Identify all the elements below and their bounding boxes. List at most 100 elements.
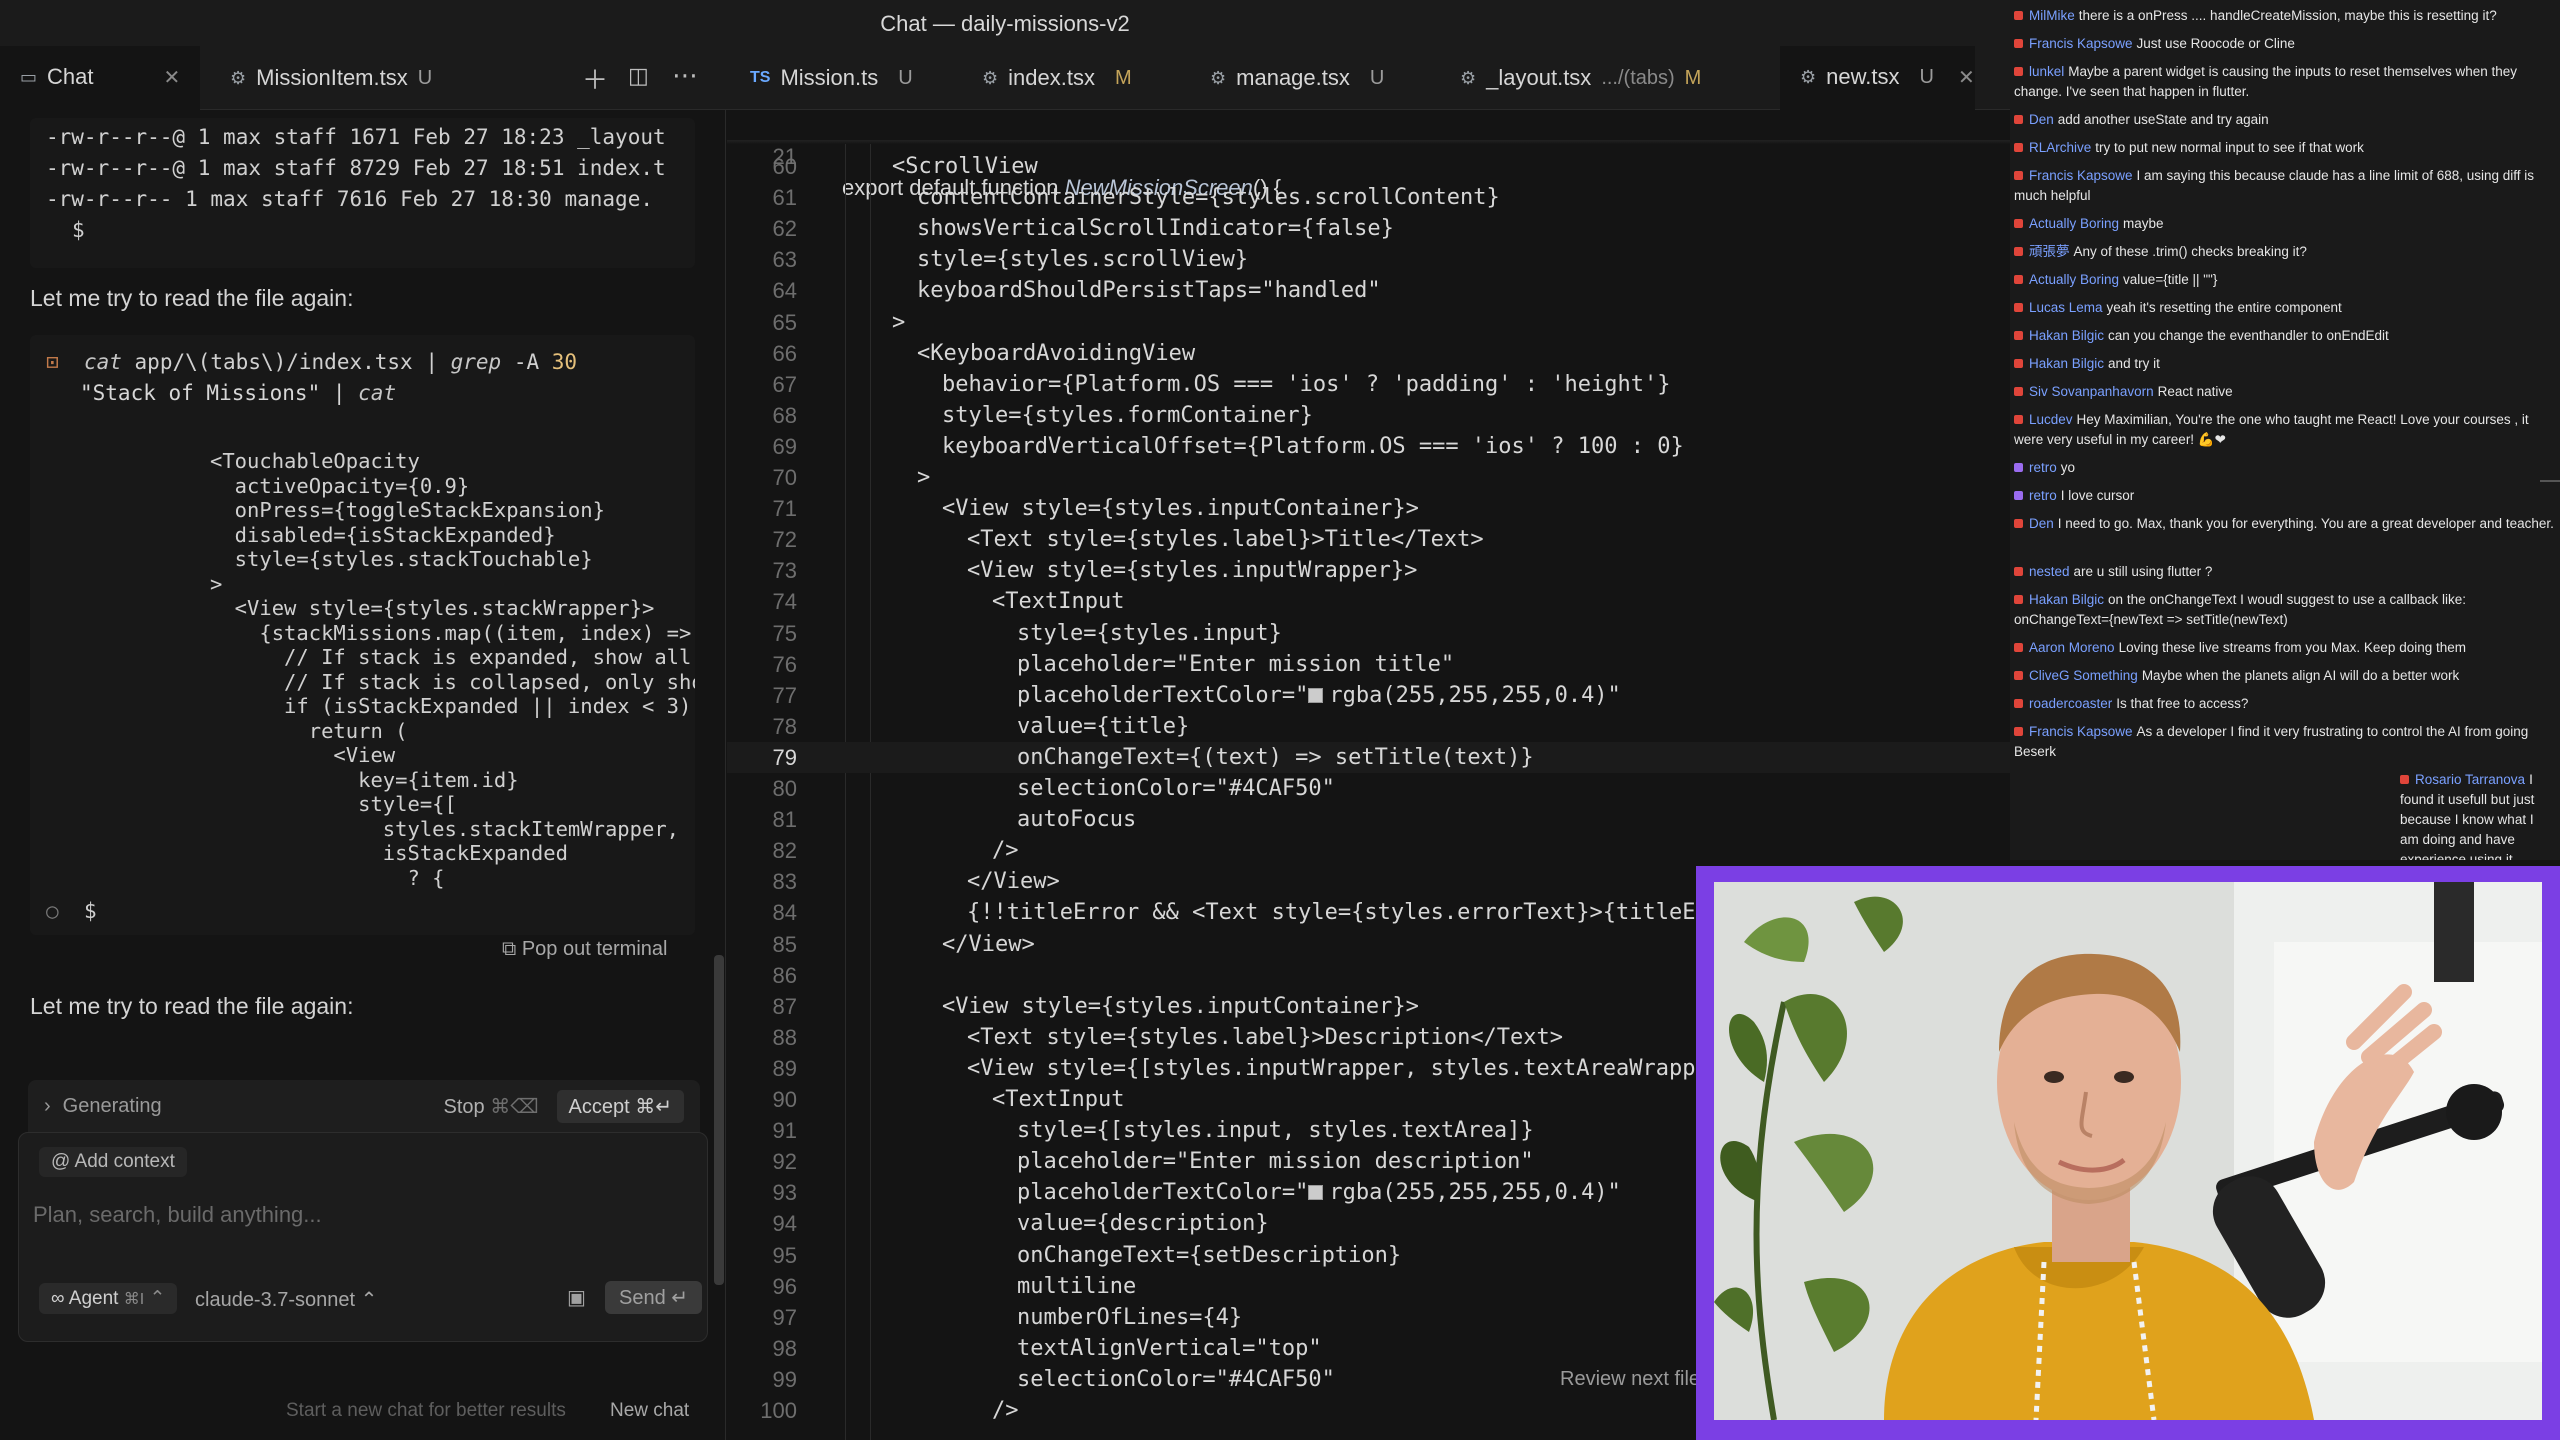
tab-editor-file[interactable]: ⚙ index.tsx M (962, 46, 1132, 110)
code-line[interactable]: 70 > (727, 462, 2010, 493)
tab-editor-file[interactable]: ⚙ new.tsx U ✕ (1780, 46, 1975, 110)
code-line[interactable]: 80 selectionColor="#4CAF50" (727, 773, 2010, 804)
code-line[interactable]: 82 /> (727, 835, 2010, 866)
line-number: 100 (760, 1398, 797, 1423)
shell-prompt: $ (72, 218, 85, 242)
youtube-icon (2014, 67, 2023, 76)
line-number: 99 (772, 1366, 797, 1392)
code-line[interactable]: 77 placeholderTextColor=" rgba(255,255,255… (727, 680, 2010, 711)
code-line[interactable]: 60 <ScrollView (727, 151, 2010, 182)
accept-button[interactable]: Accept ⌘↵ (556, 1089, 684, 1123)
code-text: keyboardVerticalOffset={Platform.OS === … (942, 433, 1684, 459)
code-line[interactable]: 74 <TextInput (727, 586, 2010, 617)
code-line[interactable]: 72 <Text style={styles.label}>Title</Text… (727, 524, 2010, 555)
chevron-right-icon[interactable]: › (44, 1095, 51, 1118)
code-line[interactable]: 81 autoFocus (727, 804, 2010, 835)
code-line[interactable]: 75 style={styles.input} (727, 618, 2010, 649)
code-text: behavior={Platform.OS === 'ios' ? 'paddi… (942, 371, 1671, 397)
youtube-icon (2014, 275, 2023, 284)
line-number: 82 (772, 838, 797, 864)
sticky-scroll-line[interactable]: 21 export default function NewMissionScr… (727, 110, 2010, 200)
git-status: U (1369, 66, 1385, 89)
webcam-video (1714, 882, 2542, 1420)
code-line[interactable]: 69 keyboardVerticalOffset={Platform.OS ==… (727, 431, 2010, 462)
react-file-icon: ⚙ (230, 67, 247, 88)
line-number: 67 (772, 371, 797, 397)
review-next-file-button[interactable]: Review next file (1560, 1368, 1700, 1391)
livestream-message: Den add another useState and try again (2014, 110, 2554, 130)
close-icon[interactable]: ✕ (1958, 65, 1975, 90)
line-number: 97 (772, 1304, 797, 1330)
livestream-message: Hakan Bilgic and try it (2014, 354, 2554, 374)
code-line[interactable]: 79 onChangeText={(text) => setTitle(text)… (727, 741, 2010, 773)
code-line[interactable]: 78 value={title} (727, 711, 2010, 742)
youtube-icon (2014, 643, 2023, 652)
color-swatch[interactable] (1308, 1185, 1324, 1201)
chevron-up-icon: ⌃ (360, 1289, 378, 1311)
livestream-message: nested are u still using flutter ? (2014, 562, 2554, 582)
file-listing-row: -rw-r--r-- 1 max staff 7616 Feb 27 18:30… (46, 187, 653, 211)
line-number: 95 (772, 1242, 797, 1268)
prompt-input[interactable] (33, 1195, 693, 1235)
code-text-prefix: placeholderTextColor=" (1017, 1180, 1309, 1206)
tab-editor-file[interactable]: ⚙ _layout.tsx .../(tabs) M (1440, 46, 1701, 110)
code-line[interactable]: 73 <View style={styles.inputWrapper}> (727, 555, 2010, 586)
code-line[interactable]: 62 showsVerticalScrollIndicator={false} (727, 213, 2010, 244)
code-line[interactable]: 76 placeholder="Enter mission title" (727, 649, 2010, 680)
line-number: 85 (772, 931, 797, 957)
git-status: M (1684, 66, 1702, 89)
line-number: 78 (772, 713, 797, 739)
code-line[interactable]: 61 contentContainerStyle={styles.scrollCo… (727, 182, 2010, 213)
react-file-icon: ⚙ (1460, 67, 1477, 88)
line-number: 96 (772, 1273, 797, 1299)
terminal-output-line: // If stack is expanded, show all m (210, 645, 695, 669)
livestream-chat-overlay: MilMike there is a onPress .... handleCre… (2010, 0, 2560, 860)
code-line[interactable]: 64 keyboardShouldPersistTaps="handled" (727, 275, 2010, 306)
line-number: 74 (772, 589, 797, 615)
line-number: 93 (772, 1180, 797, 1206)
youtube-icon (2014, 115, 2023, 124)
line-number: 60 (772, 154, 797, 179)
livestream-message: Francis Kapsowe I am saying this because … (2014, 168, 2535, 203)
tab-editor-file[interactable]: TS Mission.ts U (730, 46, 913, 110)
add-context-button[interactable]: @ Add context (39, 1147, 187, 1177)
code-text: > (892, 309, 906, 335)
split-layout-icon[interactable]: ◫ (628, 63, 649, 89)
generating-bar: › Generating Stop ⌘⌫ Accept ⌘↵ (28, 1080, 700, 1132)
more-icon[interactable]: ⋯ (672, 60, 698, 91)
tab-editor-file[interactable]: ⚙ manage.tsx U (1190, 46, 1384, 110)
code-line[interactable]: 71 <View style={styles.inputContainer}> (727, 493, 2010, 524)
chat-icon: ▭ (20, 66, 38, 87)
tab-mission-item[interactable]: ⚙ MissionItem.tsx U (210, 46, 432, 110)
send-button[interactable]: Send ↵ (605, 1281, 703, 1314)
new-chat-button[interactable]: New chat (610, 1400, 689, 1422)
image-icon[interactable]: ▣ (567, 1285, 586, 1310)
livestream-message: CliveG Something Maybe when the planets a… (2014, 666, 2554, 686)
react-file-icon: ⚙ (982, 67, 999, 88)
close-icon[interactable]: ✕ (164, 65, 181, 90)
color-swatch[interactable] (1308, 687, 1324, 703)
model-select[interactable]: claude-3.7-sonnet ⌃ (195, 1287, 377, 1312)
new-chat-icon[interactable]: ＋ (582, 60, 608, 97)
terminal-output-line: activeOpacity={0.9} (210, 473, 470, 498)
react-file-icon: ⚙ (1800, 66, 1817, 87)
line-number: 62 (772, 216, 797, 242)
line-number: 68 (772, 402, 797, 428)
code-text: numberOfLines={4} (1017, 1304, 1243, 1330)
agent-mode-select[interactable]: ∞ Agent ⌘I ⌃ (39, 1283, 178, 1314)
youtube-icon (2014, 699, 2023, 708)
chat-scrollbar[interactable] (714, 955, 724, 1285)
livestream-message: Den I need to go. Max, thank you for ever… (2014, 514, 2554, 534)
pop-out-terminal-button[interactable]: ⧉ Pop out terminal (502, 938, 667, 961)
code-line[interactable]: 65 > (727, 307, 2010, 338)
livestream-message: Actually Boring value={title || ""} (2014, 270, 2554, 290)
code-line[interactable]: 63 style={styles.scrollView} (727, 244, 2010, 275)
livestream-scroll-indicator (2540, 480, 2560, 482)
code-line[interactable]: 67 behavior={Platform.OS === 'ios' ? 'pad… (727, 369, 2010, 400)
livestream-message: Lucas Lema yeah it's resetting the entire… (2014, 298, 2554, 318)
code-line[interactable]: 68 style={styles.formContainer} (727, 400, 2010, 431)
command-line: ⊡ cat app/\(tabs\)/index.tsx | grep -A 3… (46, 350, 578, 374)
tab-chat[interactable]: ▭ Chat ✕ (0, 46, 200, 110)
code-line[interactable]: 66 <KeyboardAvoidingView (727, 338, 2010, 369)
stop-button[interactable]: Stop ⌘⌫ (444, 1094, 539, 1119)
